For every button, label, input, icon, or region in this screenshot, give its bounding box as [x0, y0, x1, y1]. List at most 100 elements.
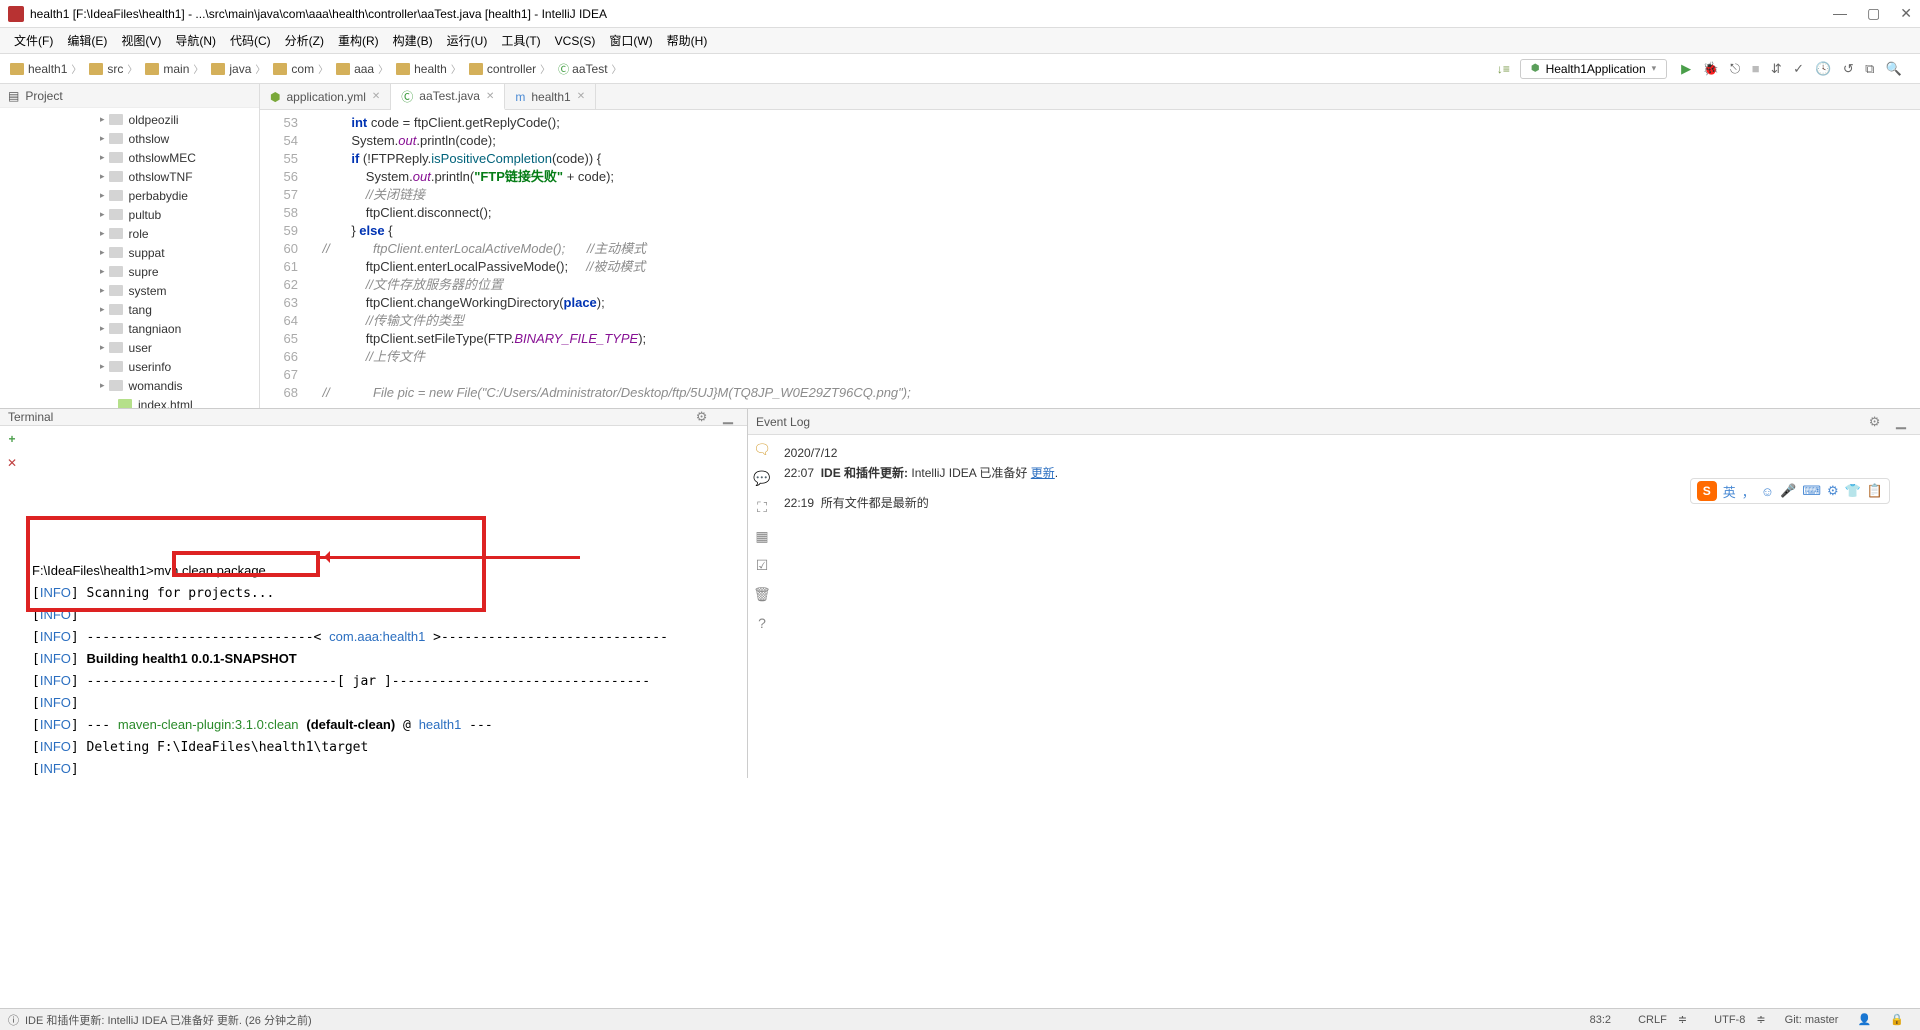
editor-tab[interactable]: mhealth1✕	[505, 84, 596, 109]
project-tree[interactable]: ▸oldpeozili▸othslow▸othslowMEC▸othslowTN…	[0, 108, 259, 408]
close-session-icon[interactable]: ✕	[7, 456, 17, 470]
debug-icon[interactable]: 🐞	[1703, 61, 1719, 76]
ime-keyboard-icon[interactable]: ⌨	[1802, 483, 1821, 499]
tree-item[interactable]: ▸userinfo	[0, 357, 259, 376]
git-revert-icon[interactable]: ↺	[1843, 61, 1854, 76]
ime-punct-icon[interactable]: ，	[1742, 482, 1755, 501]
run-icon[interactable]: ▶	[1681, 61, 1691, 76]
menu-item[interactable]: 重构(R)	[332, 30, 385, 51]
menu-item[interactable]: 分析(Z)	[279, 30, 330, 51]
terminal-title[interactable]: Terminal	[8, 410, 696, 424]
tree-item[interactable]: ▸user	[0, 338, 259, 357]
ime-lang[interactable]: 英	[1723, 482, 1736, 501]
editor-tab[interactable]: ⒸaaTest.java✕	[391, 84, 505, 110]
close-tab-icon[interactable]: ✕	[486, 91, 494, 102]
menu-item[interactable]: 编辑(E)	[61, 30, 113, 51]
tree-item[interactable]: ▸suppat	[0, 243, 259, 262]
project-panel-title[interactable]: ▤ Project	[0, 84, 259, 108]
structure-icon[interactable]: ⧉	[1865, 61, 1874, 76]
tree-item[interactable]: ▸othslow	[0, 129, 259, 148]
encoding[interactable]: UTF-8 ≑	[1706, 1014, 1765, 1026]
minimize-panel-icon[interactable]	[1896, 414, 1912, 429]
tree-item[interactable]: ▸othslowMEC	[0, 148, 259, 167]
menu-item[interactable]: 帮助(H)	[661, 30, 714, 51]
minimize-icon[interactable]: —	[1833, 5, 1847, 22]
close-tab-icon[interactable]: ✕	[577, 91, 585, 102]
build-icon[interactable]: ↓≡	[1497, 62, 1510, 76]
terminal-output[interactable]: F:\IdeaFiles\health1>mvn clean package[I…	[24, 426, 747, 788]
menu-item[interactable]: 文件(F)	[8, 30, 59, 51]
menu-item[interactable]: 导航(N)	[169, 30, 222, 51]
minimize-panel-icon[interactable]	[723, 409, 739, 424]
statusbar: ⓘ IDE 和插件更新: IntelliJ IDEA 已准备好 更新. (26 …	[0, 1008, 1920, 1030]
mark-read-icon[interactable]: ▦	[755, 528, 768, 545]
code-area[interactable]: 53545556575859606162636465666768 int cod…	[260, 110, 1920, 408]
git-update-icon[interactable]: ⇵	[1771, 61, 1782, 76]
help-icon[interactable]: ?	[758, 615, 766, 631]
speech-icon[interactable]: 💬	[753, 470, 770, 487]
git-branch[interactable]: Git: master	[1785, 1014, 1839, 1026]
breadcrumb-item[interactable]: main〉	[141, 61, 207, 77]
breadcrumb-item[interactable]: health〉	[392, 61, 465, 77]
menu-item[interactable]: 运行(U)	[441, 30, 494, 51]
tree-item[interactable]: ▸pultub	[0, 205, 259, 224]
ime-skin-icon[interactable]: 👕	[1845, 483, 1861, 499]
event-update-link[interactable]: 更新	[1031, 466, 1055, 480]
breadcrumb-item[interactable]: aaTest〉	[554, 61, 625, 77]
tree-item[interactable]: ▸tangniaon	[0, 319, 259, 338]
close-icon[interactable]: ✕	[1900, 5, 1912, 22]
tree-item[interactable]: ▸role	[0, 224, 259, 243]
git-history-icon[interactable]: 🕓	[1815, 61, 1831, 76]
settings-icon[interactable]: ⛶	[757, 499, 767, 516]
navbar: health1〉src〉main〉java〉com〉aaa〉health〉con…	[0, 54, 1920, 84]
tree-item[interactable]: ▸perbabydie	[0, 186, 259, 205]
menu-item[interactable]: 视图(V)	[115, 30, 167, 51]
caret-position[interactable]: 83:2	[1590, 1014, 1611, 1026]
breadcrumb-item[interactable]: aaa〉	[332, 61, 392, 77]
menu-item[interactable]: 代码(C)	[224, 30, 277, 51]
trash-icon[interactable]: 🗑	[753, 586, 771, 603]
ime-gear-icon[interactable]: ⚙	[1827, 483, 1839, 499]
ime-clip-icon[interactable]: 📋	[1867, 483, 1883, 499]
window-title: health1 [F:\IdeaFiles\health1] - ...\src…	[30, 7, 1833, 21]
run-config-select[interactable]: Health1Application ▾	[1520, 59, 1667, 79]
gear-icon[interactable]	[1869, 414, 1887, 429]
tree-item[interactable]: ▸womandis	[0, 376, 259, 395]
inspection-icon[interactable]: 👤	[1858, 1014, 1872, 1026]
tree-item[interactable]: ▸oldpeozili	[0, 110, 259, 129]
breadcrumb-item[interactable]: src〉	[85, 61, 141, 77]
git-commit-icon[interactable]: ✓	[1793, 61, 1804, 76]
maximize-icon[interactable]: ▢	[1867, 5, 1880, 22]
code-text[interactable]: int code = ftpClient.getReplyCode(); Sys…	[308, 110, 1920, 408]
tree-item[interactable]: ▸supre	[0, 262, 259, 281]
balloon-icon[interactable]: 🗨	[753, 441, 771, 458]
new-session-icon[interactable]: +	[8, 432, 15, 446]
coverage-icon[interactable]: ⎋	[1730, 61, 1740, 76]
menu-item[interactable]: 工具(T)	[495, 30, 546, 51]
close-tab-icon[interactable]: ✕	[372, 91, 380, 102]
ime-emoji-icon[interactable]: ☺	[1761, 484, 1774, 499]
breadcrumb-item[interactable]: health1〉	[6, 61, 85, 77]
search-icon[interactable]: 🔍	[1886, 61, 1902, 76]
event-time: 22:19	[784, 496, 814, 510]
line-separator[interactable]: CRLF ≑	[1630, 1014, 1687, 1026]
tree-item[interactable]: ▸system	[0, 281, 259, 300]
gear-icon[interactable]	[696, 409, 714, 424]
editor-tab[interactable]: ⬢application.yml✕	[260, 84, 391, 109]
lock-icon[interactable]: 🔒	[1890, 1014, 1904, 1026]
tree-item[interactable]: index.html	[0, 395, 259, 408]
breadcrumb-item[interactable]: controller〉	[465, 61, 554, 77]
file-icon: ⬢	[270, 90, 280, 104]
stop-icon[interactable]: ■	[1752, 61, 1760, 76]
ime-toolbar[interactable]: S 英 ， ☺ 🎤 ⌨ ⚙ 👕 📋	[1690, 478, 1890, 504]
menu-item[interactable]: 构建(B)	[387, 30, 439, 51]
tree-item[interactable]: ▸othslowTNF	[0, 167, 259, 186]
menu-item[interactable]: 窗口(W)	[603, 30, 658, 51]
breadcrumb-item[interactable]: java〉	[207, 61, 269, 77]
menu-item[interactable]: VCS(S)	[549, 32, 602, 50]
check-icon[interactable]: ☑	[756, 557, 769, 574]
event-log-title[interactable]: Event Log	[756, 415, 1869, 429]
ime-mic-icon[interactable]: 🎤	[1780, 483, 1796, 499]
breadcrumb-item[interactable]: com〉	[269, 61, 332, 77]
tree-item[interactable]: ▸tang	[0, 300, 259, 319]
